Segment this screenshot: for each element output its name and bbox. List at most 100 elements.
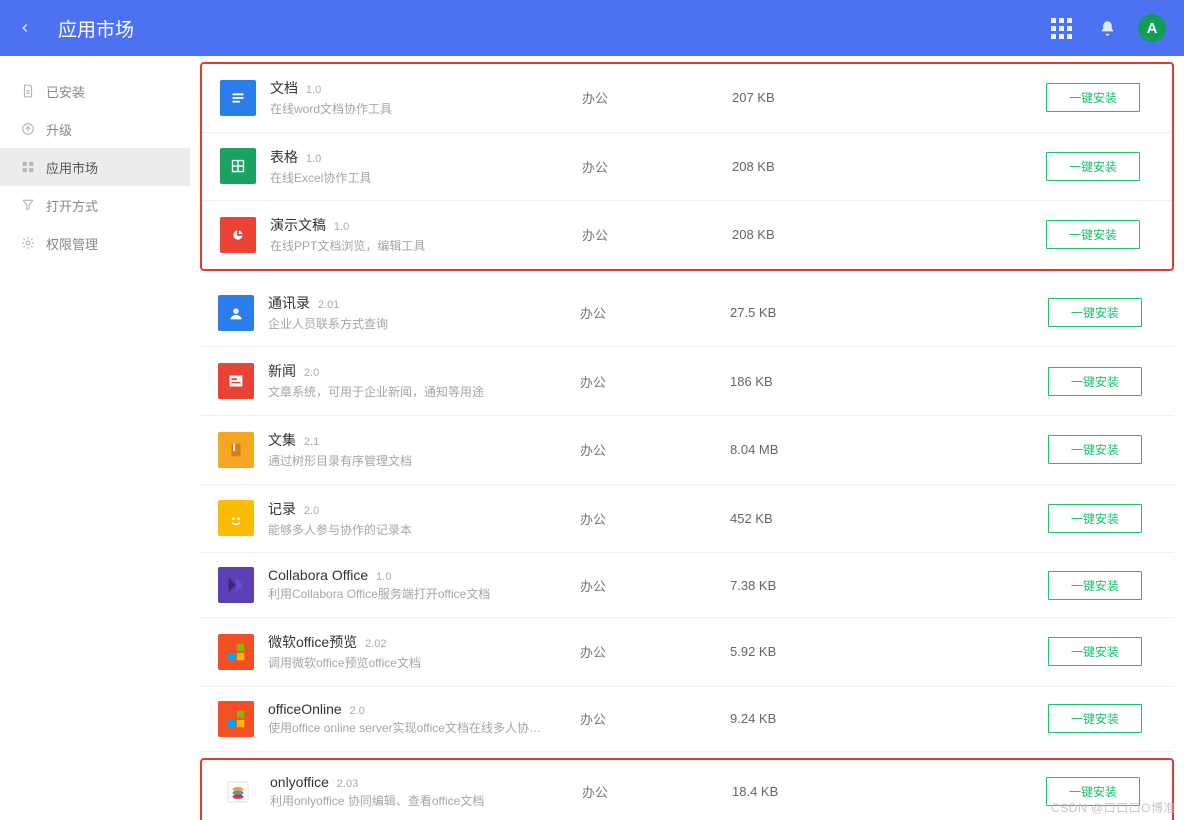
app-info: 记录 2.0 能够多人参与协作的记录本 <box>260 499 580 539</box>
app-info: 文集 2.1 通过树形目录有序管理文档 <box>260 430 580 470</box>
app-size: 8.04 MB <box>730 442 870 457</box>
app-category: 办公 <box>580 576 730 595</box>
highlight-group-top: 文档 1.0 在线word文档协作工具 办公 207 KB 一键安装 表格 1.… <box>200 62 1174 271</box>
app-desc: 调用微软office预览office文档 <box>268 656 580 672</box>
app-category: 办公 <box>580 372 730 391</box>
app-size: 5.92 KB <box>730 644 870 659</box>
sidebar-item-upgrade[interactable]: 升级 <box>0 110 190 148</box>
bell-icon[interactable] <box>1092 13 1122 43</box>
app-category: 办公 <box>582 225 732 244</box>
app-name: 新闻 <box>268 363 296 379</box>
app-icon <box>212 500 260 536</box>
app-category: 办公 <box>582 782 732 801</box>
market-icon <box>20 160 36 174</box>
app-icon <box>212 701 260 737</box>
page-title: 应用市场 <box>58 15 1030 42</box>
app-icon <box>214 774 262 810</box>
install-button[interactable]: 一键安装 <box>1048 367 1142 396</box>
sidebar-item-installed[interactable]: 已安装 <box>0 72 190 110</box>
install-button[interactable]: 一键安装 <box>1048 637 1142 666</box>
app-name: 演示文稿 <box>270 217 326 233</box>
app-version: 2.1 <box>304 436 319 448</box>
avatar[interactable]: A <box>1138 14 1166 42</box>
app-desc: 在线PPT文档浏览，编辑工具 <box>270 239 582 255</box>
app-category: 办公 <box>580 709 730 728</box>
app-size: 186 KB <box>730 374 870 389</box>
install-button[interactable]: 一键安装 <box>1048 504 1142 533</box>
app-version: 2.0 <box>350 705 365 717</box>
app-desc: 通过树形目录有序管理文档 <box>268 454 580 470</box>
upgrade-icon <box>20 122 36 136</box>
app-size: 208 KB <box>732 227 872 242</box>
app-row: 通讯录 2.01 企业人员联系方式查询 办公 27.5 KB 一键安装 <box>200 279 1174 348</box>
app-version: 2.01 <box>318 299 339 311</box>
install-button[interactable]: 一键安装 <box>1046 152 1140 181</box>
sidebar-item-openwith[interactable]: 打开方式 <box>0 186 190 224</box>
app-row: 文档 1.0 在线word文档协作工具 办公 207 KB 一键安装 <box>202 64 1172 133</box>
gear-icon <box>20 236 36 250</box>
app-category: 办公 <box>580 303 730 322</box>
sidebar-item-label: 已安装 <box>46 82 85 101</box>
app-category: 办公 <box>582 157 732 176</box>
app-icon <box>214 148 262 184</box>
app-row: 新闻 2.0 文章系统，可用于企业新闻，通知等用途 办公 186 KB 一键安装 <box>200 347 1174 416</box>
app-version: 2.03 <box>337 778 358 790</box>
install-button[interactable]: 一键安装 <box>1048 571 1142 600</box>
app-name: 文档 <box>270 80 298 96</box>
sidebar-item-permissions[interactable]: 权限管理 <box>0 224 190 262</box>
app-icon <box>212 634 260 670</box>
app-desc: 利用onlyoffice 协同编辑、查看office文档 <box>270 794 582 810</box>
sidebar-item-label: 应用市场 <box>46 158 98 177</box>
app-row: 表格 1.0 在线Excel协作工具 办公 208 KB 一键安装 <box>202 133 1172 202</box>
app-name: onlyoffice <box>270 774 329 790</box>
app-info: officeOnline 2.0 使用office online server实… <box>260 701 580 737</box>
filter-icon <box>20 198 36 212</box>
sidebar-item-label: 升级 <box>46 120 72 139</box>
app-category: 办公 <box>580 642 730 661</box>
app-name: 记录 <box>268 501 296 517</box>
app-desc: 使用office online server实现office文档在线多人协… <box>268 721 580 737</box>
app-info: 微软office预览 2.02 调用微软office预览office文档 <box>260 632 580 672</box>
app-size: 9.24 KB <box>730 711 870 726</box>
sidebar: 已安装 升级 应用市场 打开方式 权限管理 <box>0 56 190 820</box>
app-version: 1.0 <box>306 84 321 96</box>
app-version: 2.0 <box>304 505 319 517</box>
app-name: 表格 <box>270 149 298 165</box>
app-desc: 利用Collabora Office服务端打开office文档 <box>268 587 580 603</box>
app-name: 文集 <box>268 432 296 448</box>
app-category: 办公 <box>580 440 730 459</box>
app-name: Collabora Office <box>268 567 368 583</box>
app-icon <box>212 432 260 468</box>
app-size: 7.38 KB <box>730 578 870 593</box>
install-button[interactable]: 一键安装 <box>1048 298 1142 327</box>
install-button[interactable]: 一键安装 <box>1046 220 1140 249</box>
app-info: 文档 1.0 在线word文档协作工具 <box>262 78 582 118</box>
app-info: onlyoffice 2.03 利用onlyoffice 协同编辑、查看offi… <box>262 774 582 810</box>
app-row: onlyoffice 2.03 利用onlyoffice 协同编辑、查看offi… <box>202 760 1172 820</box>
app-size: 27.5 KB <box>730 305 870 320</box>
back-icon[interactable] <box>18 15 32 41</box>
app-version: 1.0 <box>334 221 349 233</box>
app-icon <box>214 217 262 253</box>
app-row: 文集 2.1 通过树形目录有序管理文档 办公 8.04 MB 一键安装 <box>200 416 1174 485</box>
app-category: 办公 <box>582 88 732 107</box>
app-row: Collabora Office 1.0 利用Collabora Office服… <box>200 553 1174 618</box>
install-button[interactable]: 一键安装 <box>1046 777 1140 806</box>
app-version: 2.02 <box>365 638 386 650</box>
app-version: 2.0 <box>304 367 319 379</box>
install-button[interactable]: 一键安装 <box>1048 435 1142 464</box>
app-desc: 在线Excel协作工具 <box>270 171 582 187</box>
install-button[interactable]: 一键安装 <box>1048 704 1142 733</box>
header: 应用市场 A <box>0 0 1184 56</box>
app-row: 演示文稿 1.0 在线PPT文档浏览，编辑工具 办公 208 KB 一键安装 <box>202 201 1172 269</box>
app-info: 通讯录 2.01 企业人员联系方式查询 <box>260 293 580 333</box>
app-info: 演示文稿 1.0 在线PPT文档浏览，编辑工具 <box>262 215 582 255</box>
app-name: 微软office预览 <box>268 634 357 650</box>
sidebar-item-market[interactable]: 应用市场 <box>0 148 190 186</box>
install-button[interactable]: 一键安装 <box>1046 83 1140 112</box>
apps-icon[interactable] <box>1046 13 1076 43</box>
app-list: 文档 1.0 在线word文档协作工具 办公 207 KB 一键安装 表格 1.… <box>190 56 1184 820</box>
app-version: 1.0 <box>306 153 321 165</box>
app-icon <box>212 567 260 603</box>
app-size: 207 KB <box>732 90 872 105</box>
